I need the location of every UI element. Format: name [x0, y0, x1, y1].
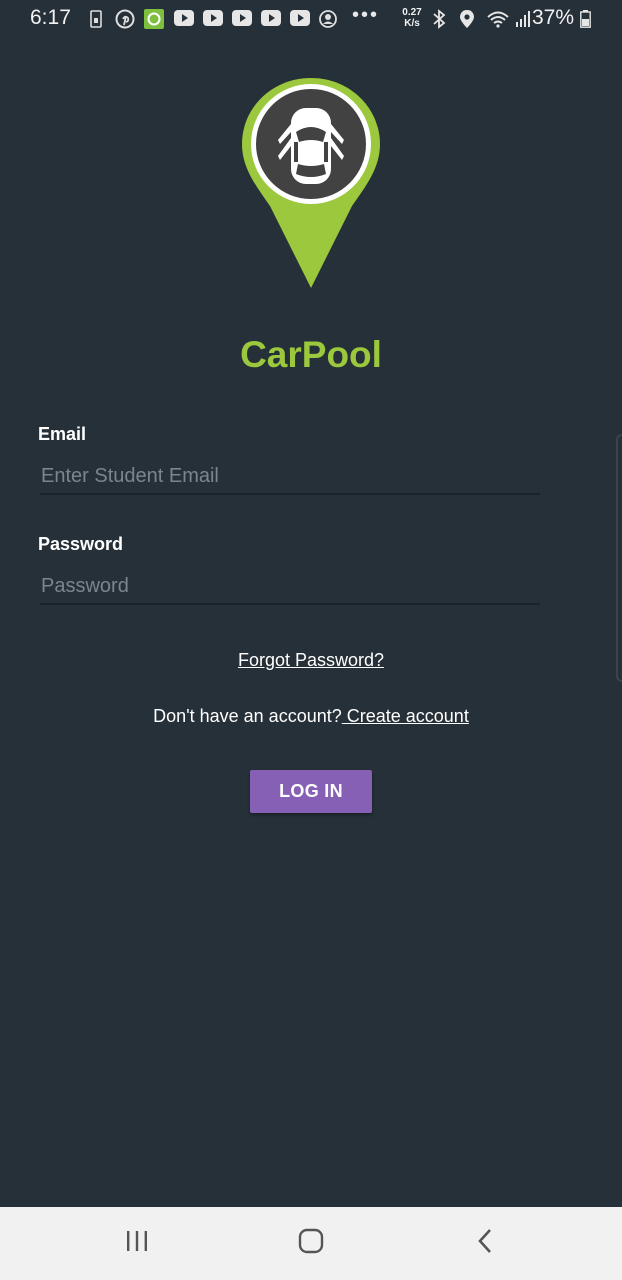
forgot-password-link[interactable]: Forgot Password? — [238, 650, 384, 670]
youtube-icon — [202, 9, 224, 29]
app-notification-icon — [144, 9, 166, 29]
location-icon — [458, 9, 480, 29]
youtube-icon — [289, 9, 311, 29]
pinterest-icon — [115, 9, 137, 29]
password-label: Password — [38, 534, 124, 554]
signup-row: Don't have an account? Create account — [0, 706, 622, 727]
navigation-bar — [0, 1207, 622, 1280]
app-title: CarPool — [240, 334, 382, 375]
login-button[interactable]: LOG IN — [250, 770, 372, 813]
back-icon — [475, 1228, 495, 1259]
battery-percent: 37% — [532, 6, 575, 29]
forgot-password-row: Forgot Password? — [0, 650, 622, 671]
create-account-link[interactable]: Create account — [342, 706, 469, 726]
home-button[interactable] — [291, 1225, 331, 1261]
more-notifications-icon: ••• — [352, 4, 380, 26]
network-speed: 0.27 K/s — [398, 7, 426, 29]
bluetooth-icon — [430, 9, 452, 29]
status-time: 6:17 — [30, 6, 71, 29]
sim-data-icon — [86, 9, 108, 29]
recents-icon — [124, 1229, 150, 1258]
back-button[interactable] — [465, 1225, 505, 1261]
recents-button[interactable] — [117, 1225, 157, 1261]
email-field[interactable] — [40, 459, 540, 495]
network-speed-unit: K/s — [404, 18, 420, 29]
youtube-icon — [260, 9, 282, 29]
youtube-icon — [173, 9, 195, 29]
wifi-icon — [486, 9, 509, 29]
youtube-icon — [231, 9, 253, 29]
status-bar: 6:17 ••• 0.27 K/s 37% — [0, 0, 622, 38]
account-icon — [318, 9, 340, 29]
system-icons — [430, 8, 536, 30]
email-label: Email — [38, 424, 87, 444]
notification-icons — [86, 8, 340, 30]
home-icon — [298, 1228, 324, 1259]
no-account-text: Don't have an account? — [153, 706, 342, 726]
battery-icon — [580, 10, 591, 28]
password-field[interactable] — [40, 569, 540, 605]
edge-panel-handle[interactable] — [616, 434, 622, 682]
network-speed-value: 0.27 — [402, 7, 422, 18]
car-location-pin-icon — [240, 76, 382, 290]
